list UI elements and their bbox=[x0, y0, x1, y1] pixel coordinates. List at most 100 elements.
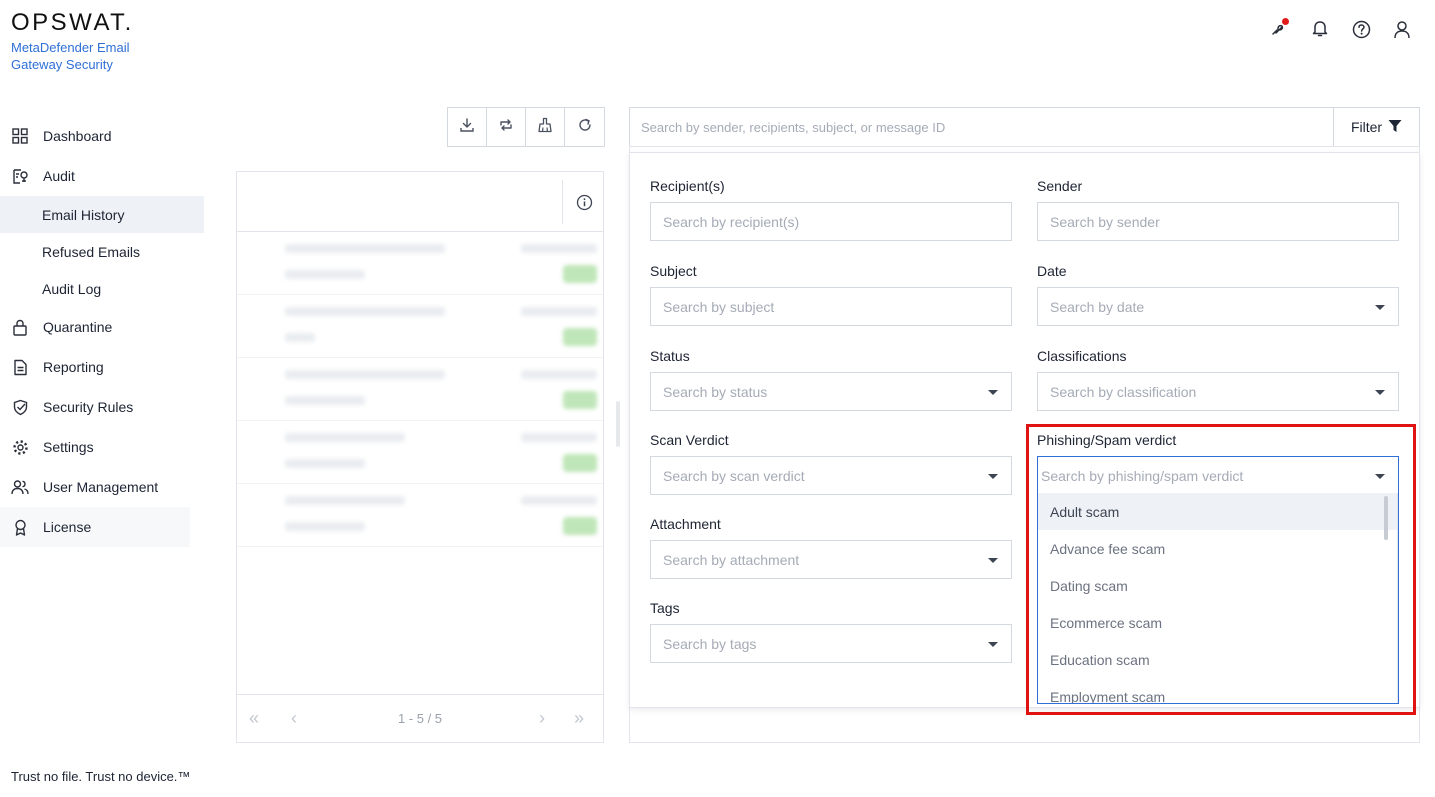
list-item[interactable] bbox=[237, 232, 603, 295]
subject-label: Subject bbox=[650, 263, 697, 279]
next-page-icon[interactable]: › bbox=[539, 709, 545, 727]
last-page-icon[interactable]: » bbox=[574, 709, 584, 727]
status-select[interactable]: Search by status bbox=[650, 372, 1012, 411]
sidebar-item-audit[interactable]: Audit bbox=[0, 156, 204, 196]
search-input[interactable]: Search by sender, recipients, subject, o… bbox=[629, 107, 1334, 147]
option-advance-fee-scam[interactable]: Advance fee scam bbox=[1038, 530, 1398, 567]
header-actions bbox=[1268, 18, 1413, 40]
tags-label: Tags bbox=[650, 600, 680, 616]
sidebar-item-license[interactable]: License bbox=[0, 507, 190, 547]
chevron-down-icon bbox=[988, 642, 998, 647]
option-employment-scam[interactable]: Employment scam bbox=[1038, 678, 1398, 704]
chevron-down-icon bbox=[988, 390, 998, 395]
phishing-verdict-label: Phishing/Spam verdict bbox=[1037, 432, 1177, 448]
list-item[interactable] bbox=[237, 295, 603, 358]
filter-icon bbox=[1388, 119, 1402, 136]
user-icon[interactable] bbox=[1391, 18, 1413, 40]
brand: OPSWAT. MetaDefender Email Gateway Secur… bbox=[11, 10, 151, 73]
sidebar-item-audit-log[interactable]: Audit Log bbox=[0, 270, 204, 307]
filter-button-label: Filter bbox=[1350, 119, 1383, 135]
recipients-field[interactable]: Search by recipient(s) bbox=[650, 202, 1012, 241]
users-icon bbox=[11, 478, 29, 496]
classifications-select[interactable]: Search by classification bbox=[1037, 372, 1399, 411]
clean-button[interactable] bbox=[526, 108, 565, 146]
sidebar-item-quarantine[interactable]: Quarantine bbox=[0, 307, 204, 347]
list-item[interactable] bbox=[237, 421, 603, 484]
scan-verdict-select[interactable]: Search by scan verdict bbox=[650, 456, 1012, 495]
sidebar-item-label: Dashboard bbox=[43, 128, 112, 144]
chevron-down-icon bbox=[988, 474, 998, 479]
subject-field[interactable]: Search by subject bbox=[650, 287, 1012, 326]
list-item[interactable] bbox=[237, 358, 603, 421]
pulse-icon[interactable] bbox=[1268, 18, 1290, 40]
page-count: 1 - 5 / 5 bbox=[397, 711, 443, 726]
date-select[interactable]: Search by date bbox=[1037, 287, 1399, 326]
filter-button[interactable]: Filter bbox=[1333, 107, 1420, 147]
sidebar: Dashboard Audit Email History Refused Em… bbox=[0, 116, 204, 547]
status-label: Status bbox=[650, 348, 690, 364]
sync-button[interactable] bbox=[487, 108, 526, 146]
sidebar-item-dashboard[interactable]: Dashboard bbox=[0, 116, 204, 156]
tags-select[interactable]: Search by tags bbox=[650, 624, 1012, 663]
attachment-select[interactable]: Search by attachment bbox=[650, 540, 1012, 579]
shield-check-icon bbox=[11, 398, 29, 416]
sidebar-item-label: Quarantine bbox=[43, 319, 113, 335]
attachment-label: Attachment bbox=[650, 516, 721, 532]
grid-icon bbox=[11, 127, 29, 145]
header-divider bbox=[562, 180, 563, 224]
list-header bbox=[237, 172, 603, 232]
chevron-down-icon bbox=[1375, 305, 1385, 310]
scan-verdict-placeholder: Search by scan verdict bbox=[663, 467, 805, 484]
pagination: « ‹ 1 - 5 / 5 › » bbox=[237, 694, 603, 742]
document-icon bbox=[11, 358, 29, 376]
product-name: MetaDefender Email Gateway Security bbox=[11, 40, 130, 72]
sidebar-item-email-history[interactable]: Email History bbox=[0, 196, 204, 233]
sidebar-item-label: Reporting bbox=[43, 359, 104, 375]
audit-icon bbox=[11, 167, 29, 185]
tagline: Trust no file. Trust no device.™ bbox=[11, 769, 191, 784]
email-toolbar bbox=[447, 107, 605, 147]
dropdown-scrollbar[interactable] bbox=[1384, 496, 1388, 540]
recipients-label: Recipient(s) bbox=[650, 178, 725, 194]
sidebar-item-label: Settings bbox=[43, 439, 94, 455]
sidebar-item-label: Audit bbox=[43, 168, 75, 184]
download-button[interactable] bbox=[448, 108, 487, 146]
tags-placeholder: Search by tags bbox=[663, 635, 757, 652]
panel-resize-handle[interactable] bbox=[616, 401, 620, 447]
option-education-scam[interactable]: Education scam bbox=[1038, 641, 1398, 678]
sidebar-item-security-rules[interactable]: Security Rules bbox=[0, 387, 204, 427]
sidebar-item-settings[interactable]: Settings bbox=[0, 427, 204, 467]
chevron-down-icon bbox=[1375, 474, 1385, 479]
option-dating-scam[interactable]: Dating scam bbox=[1038, 567, 1398, 604]
sidebar-item-label: Security Rules bbox=[43, 399, 134, 415]
sidebar-item-user-management[interactable]: User Management bbox=[0, 467, 204, 507]
sync-icon bbox=[498, 117, 514, 138]
date-placeholder: Search by date bbox=[1050, 298, 1145, 315]
phishing-verdict-options: Adult scam Advance fee scam Dating scam … bbox=[1037, 493, 1399, 704]
list-item[interactable] bbox=[237, 484, 603, 547]
attachment-placeholder: Search by attachment bbox=[663, 551, 800, 568]
dropdown-scroll-track bbox=[1397, 493, 1398, 703]
bell-icon[interactable] bbox=[1309, 18, 1331, 40]
sender-label: Sender bbox=[1037, 178, 1083, 194]
date-label: Date bbox=[1037, 263, 1067, 279]
option-ecommerce-scam[interactable]: Ecommerce scam bbox=[1038, 604, 1398, 641]
lock-icon bbox=[11, 318, 29, 336]
option-adult-scam[interactable]: Adult scam bbox=[1038, 493, 1398, 530]
chevron-down-icon bbox=[988, 558, 998, 563]
email-list: « ‹ 1 - 5 / 5 › » bbox=[236, 171, 604, 743]
award-icon bbox=[11, 518, 29, 536]
sidebar-item-refused-emails[interactable]: Refused Emails bbox=[0, 233, 204, 270]
refresh-button[interactable] bbox=[565, 108, 604, 146]
help-icon[interactable] bbox=[1350, 18, 1372, 40]
phishing-verdict-select[interactable]: Search by phishing/spam verdict bbox=[1037, 456, 1399, 495]
classifications-placeholder: Search by classification bbox=[1050, 383, 1197, 400]
phishing-verdict-placeholder: Search by phishing/spam verdict bbox=[1041, 467, 1244, 484]
sidebar-item-reporting[interactable]: Reporting bbox=[0, 347, 204, 387]
classifications-label: Classifications bbox=[1037, 348, 1127, 364]
sender-field[interactable]: Search by sender bbox=[1037, 202, 1399, 241]
status-placeholder: Search by status bbox=[663, 383, 768, 400]
sidebar-item-label: License bbox=[43, 519, 92, 535]
chevron-down-icon bbox=[1375, 390, 1385, 395]
info-icon[interactable] bbox=[576, 194, 593, 211]
